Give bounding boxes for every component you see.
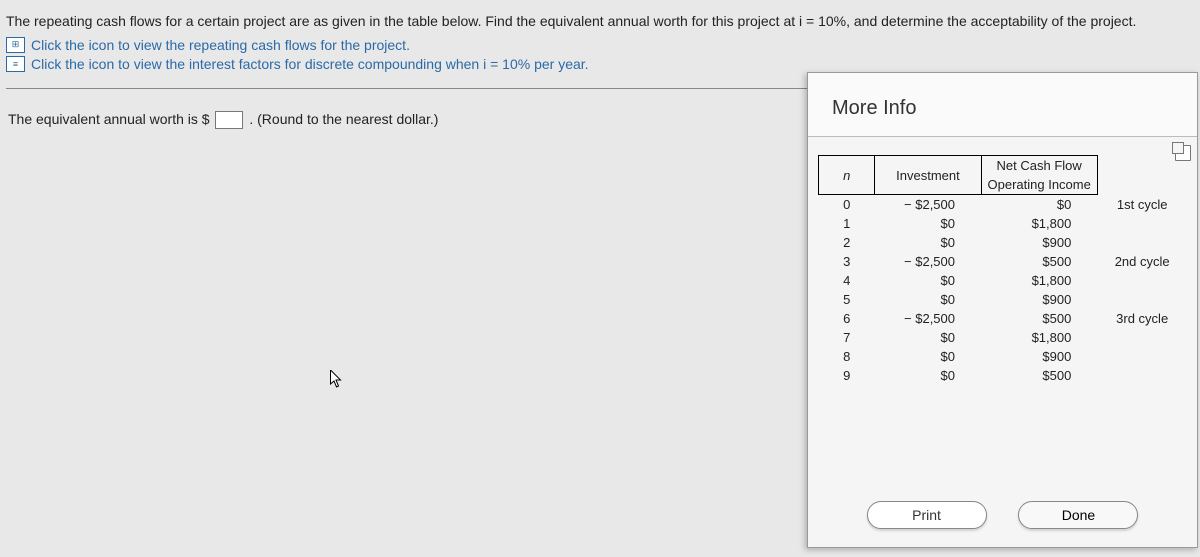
answer-suffix: . (Round to the nearest dollar.) [249,111,438,127]
print-button[interactable]: Print [867,501,987,529]
copy-icon[interactable] [1175,145,1191,161]
cell-investment: $0 [875,347,981,366]
done-button[interactable]: Done [1018,501,1138,529]
cell-n: 3 [819,252,875,271]
table-row: 0− $2,500$01st cycle [819,195,1188,215]
table-row: 4$0$1,800 [819,271,1188,290]
cell-operating: $1,800 [981,214,1097,233]
cell-cycle [1097,214,1187,233]
answer-input[interactable] [215,111,243,129]
cell-n: 6 [819,309,875,328]
table-row: 8$0$900 [819,347,1188,366]
cell-investment: − $2,500 [875,309,981,328]
table-row: 7$0$1,800 [819,328,1188,347]
table-row: 5$0$900 [819,290,1188,309]
cell-investment: − $2,500 [875,252,981,271]
cell-n: 8 [819,347,875,366]
cell-operating: $500 [981,366,1097,385]
cell-cycle [1097,328,1187,347]
col-operating-header: Operating Income [981,175,1097,195]
cell-n: 7 [819,328,875,347]
cell-operating: $900 [981,290,1097,309]
cell-investment: $0 [875,214,981,233]
table-row: 3− $2,500$5002nd cycle [819,252,1188,271]
link-cash-flows[interactable]: Click the icon to view the repeating cas… [31,37,410,53]
table-row: 6− $2,500$5003rd cycle [819,309,1188,328]
cell-cycle [1097,290,1187,309]
cell-n: 2 [819,233,875,252]
link-interest-factors[interactable]: Click the icon to view the interest fact… [31,56,589,72]
modal-title: More Info [808,73,1197,137]
cell-investment: − $2,500 [875,195,981,215]
question-intro: The repeating cash flows for a certain p… [6,12,1194,31]
table-row: 9$0$500 [819,366,1188,385]
table-row: 1$0$1,800 [819,214,1188,233]
col-n-header: n [843,168,850,183]
cell-operating: $500 [981,309,1097,328]
cell-n: 4 [819,271,875,290]
table-icon[interactable]: ⊞ [6,37,25,53]
cell-operating: $900 [981,347,1097,366]
question-links: ⊞ Click the icon to view the repeating c… [6,37,1194,72]
more-info-modal: More Info n Investment Net Cash Flow Ope… [807,72,1198,548]
answer-prefix: The equivalent annual worth is $ [8,111,210,127]
cell-n: 5 [819,290,875,309]
cell-operating: $0 [981,195,1097,215]
cell-investment: $0 [875,271,981,290]
cell-cycle: 1st cycle [1097,195,1187,215]
cell-n: 9 [819,366,875,385]
col-ncf-group: Net Cash Flow [981,156,1097,176]
cell-cycle [1097,233,1187,252]
cursor-icon [330,370,343,388]
cell-investment: $0 [875,290,981,309]
cash-flow-table: n Investment Net Cash Flow Operating Inc… [818,155,1187,385]
book-icon[interactable]: ≡ [6,56,25,72]
cell-cycle: 3rd cycle [1097,309,1187,328]
cell-cycle [1097,347,1187,366]
cell-operating: $1,800 [981,271,1097,290]
cell-investment: $0 [875,366,981,385]
col-investment-header: Investment [875,156,981,195]
cell-n: 1 [819,214,875,233]
cell-investment: $0 [875,233,981,252]
cell-operating: $900 [981,233,1097,252]
cell-n: 0 [819,195,875,215]
cell-investment: $0 [875,328,981,347]
cell-operating: $500 [981,252,1097,271]
cell-cycle [1097,366,1187,385]
cell-cycle: 2nd cycle [1097,252,1187,271]
cell-cycle [1097,271,1187,290]
cell-operating: $1,800 [981,328,1097,347]
table-row: 2$0$900 [819,233,1188,252]
